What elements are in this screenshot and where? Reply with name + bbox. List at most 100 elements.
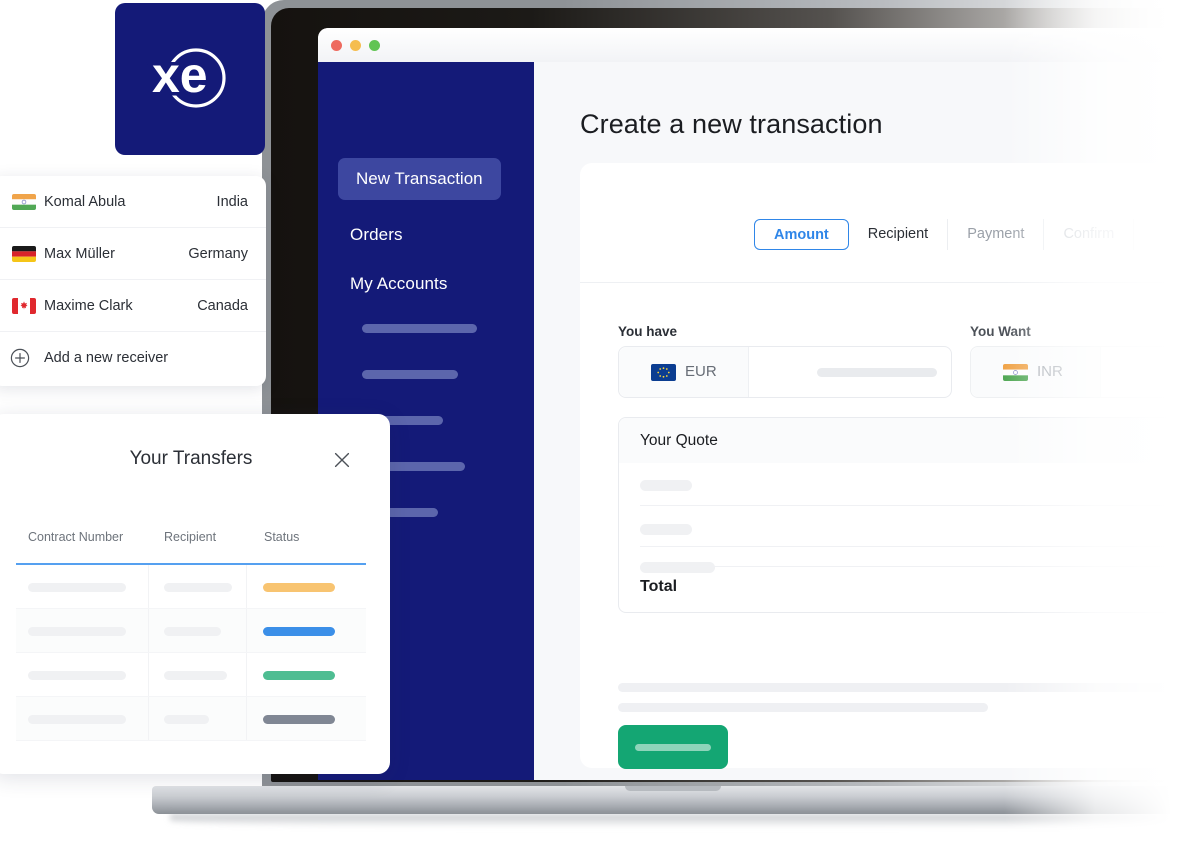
sidebar-item-label: New Transaction: [356, 169, 483, 188]
quote-total-label: Total: [640, 578, 678, 595]
quote-title: Your Quote: [640, 432, 718, 449]
germany-flag-icon: [12, 245, 36, 262]
cell-recipient: [164, 671, 227, 680]
add-new-receiver-label: Add a new receiver: [44, 350, 169, 366]
sidebar-item-label: My Accounts: [350, 274, 448, 293]
transfers-table-header: Contract Number Recipient Status: [16, 530, 366, 564]
quote-row-placeholder: [640, 524, 692, 535]
cell-divider: [246, 697, 247, 741]
receivers-card: Komal Abula India Max Müller Germany Max…: [0, 176, 266, 386]
sidebar-item-my-accounts[interactable]: My Accounts: [350, 274, 447, 294]
tab-confirm[interactable]: Confirm: [1044, 219, 1135, 250]
receiver-country: Germany: [188, 245, 248, 262]
receiver-name: Maxime Clark: [44, 297, 133, 314]
status-badge: [263, 583, 335, 592]
receiver-name: Komal Abula: [44, 193, 126, 210]
you-want-field[interactable]: INR: [970, 346, 1194, 398]
cell-divider: [148, 653, 149, 697]
minimize-window-button[interactable]: [350, 40, 361, 51]
sidebar-item-orders[interactable]: Orders: [350, 225, 403, 245]
table-row[interactable]: [16, 697, 366, 741]
tab-label: Confirm: [1063, 226, 1115, 242]
page-title: Create a new transaction: [580, 109, 883, 139]
table-row[interactable]: [16, 653, 366, 697]
laptop-base: [152, 786, 1194, 814]
divider: [580, 282, 1194, 283]
tab-payment[interactable]: Payment: [948, 219, 1045, 250]
plus-circle-icon: [10, 348, 30, 368]
status-badge: [263, 671, 335, 680]
maximize-window-button[interactable]: [369, 40, 380, 51]
status-badge: [263, 715, 335, 724]
currency-code-inr: INR: [1037, 363, 1063, 380]
xe-logo-card: xe xe: [115, 3, 265, 155]
quote-box: Your Quote Total: [618, 417, 1178, 613]
continue-button-label-placeholder: [635, 744, 711, 751]
cell-divider: [148, 697, 149, 741]
cell-recipient: [164, 627, 221, 636]
table-row[interactable]: [16, 609, 366, 653]
browser-titlebar: [318, 28, 1194, 62]
india-flag-icon: [1003, 364, 1028, 381]
close-icon[interactable]: [332, 450, 352, 470]
cell-contract-number: [28, 627, 126, 636]
column-header-recipient: Recipient: [164, 530, 217, 544]
sidebar-placeholder-bar: [362, 370, 458, 379]
currency-code-eur: EUR: [685, 363, 717, 380]
you-want-label: You Want: [970, 324, 1031, 339]
you-have-label: You have: [618, 324, 678, 339]
transfers-panel: Your Transfers Contract Number Recipient…: [0, 414, 390, 774]
you-have-amount-placeholder[interactable]: [817, 368, 937, 377]
divider: [640, 566, 1177, 567]
cell-contract-number: [28, 715, 126, 724]
divider: [640, 546, 1177, 547]
receiver-name: Max Müller: [44, 245, 115, 262]
add-new-receiver-row[interactable]: Add a new receiver: [0, 332, 266, 384]
status-badge: [263, 627, 335, 636]
cell-divider: [148, 609, 149, 653]
transaction-card: Amount Recipient Payment Confirm You hav…: [580, 163, 1194, 769]
tab-label: Payment: [967, 226, 1025, 242]
tab-amount[interactable]: Amount: [754, 219, 849, 250]
list-item[interactable]: Komal Abula India: [0, 176, 266, 228]
continue-button[interactable]: [618, 725, 728, 769]
india-flag-icon: [12, 193, 36, 210]
cell-divider: [246, 609, 247, 653]
laptop-base-notch: [625, 786, 721, 791]
tab-recipient[interactable]: Recipient: [849, 219, 949, 250]
column-header-status: Status: [264, 530, 300, 544]
cell-divider: [246, 653, 247, 697]
you-have-field[interactable]: EUR: [618, 346, 952, 398]
cell-divider: [148, 565, 149, 609]
main-content: Create a new transaction Amount Recipien…: [534, 62, 1194, 780]
close-window-button[interactable]: [331, 40, 342, 51]
canada-flag-icon: [12, 297, 36, 314]
step-tabs: Amount Recipient Payment Confirm: [754, 219, 1135, 250]
cell-recipient: [164, 583, 232, 592]
sidebar-item-label: Orders: [350, 225, 403, 244]
sidebar-placeholder-bar: [362, 324, 477, 333]
laptop-shadow: [170, 814, 1180, 828]
list-item[interactable]: Maxime Clark Canada: [0, 280, 266, 332]
receiver-country: India: [216, 193, 248, 210]
list-item[interactable]: Max Müller Germany: [0, 228, 266, 280]
row-divider: [16, 740, 366, 741]
sidebar-item-new-transaction[interactable]: New Transaction: [338, 158, 501, 200]
table-row[interactable]: [16, 565, 366, 609]
xe-logo-icon: xe xe: [144, 40, 236, 119]
currency-selector-inr[interactable]: INR: [971, 347, 1101, 397]
cell-recipient: [164, 715, 209, 724]
browser-window: New Transaction Orders My Accounts Creat…: [318, 28, 1194, 780]
cell-divider: [246, 565, 247, 609]
divider: [640, 505, 1177, 506]
cell-contract-number: [28, 671, 126, 680]
quote-row-placeholder: [640, 480, 692, 491]
eu-flag-icon: [651, 364, 676, 381]
footer-placeholder-bar: [618, 683, 1178, 692]
cell-contract-number: [28, 583, 126, 592]
screenshot-stage: New Transaction Orders My Accounts Creat…: [0, 0, 1194, 862]
currency-selector-eur[interactable]: EUR: [619, 347, 749, 397]
quote-row-placeholder: [640, 562, 715, 573]
footer-placeholder-bar: [618, 703, 988, 712]
tab-label: Amount: [774, 227, 829, 243]
